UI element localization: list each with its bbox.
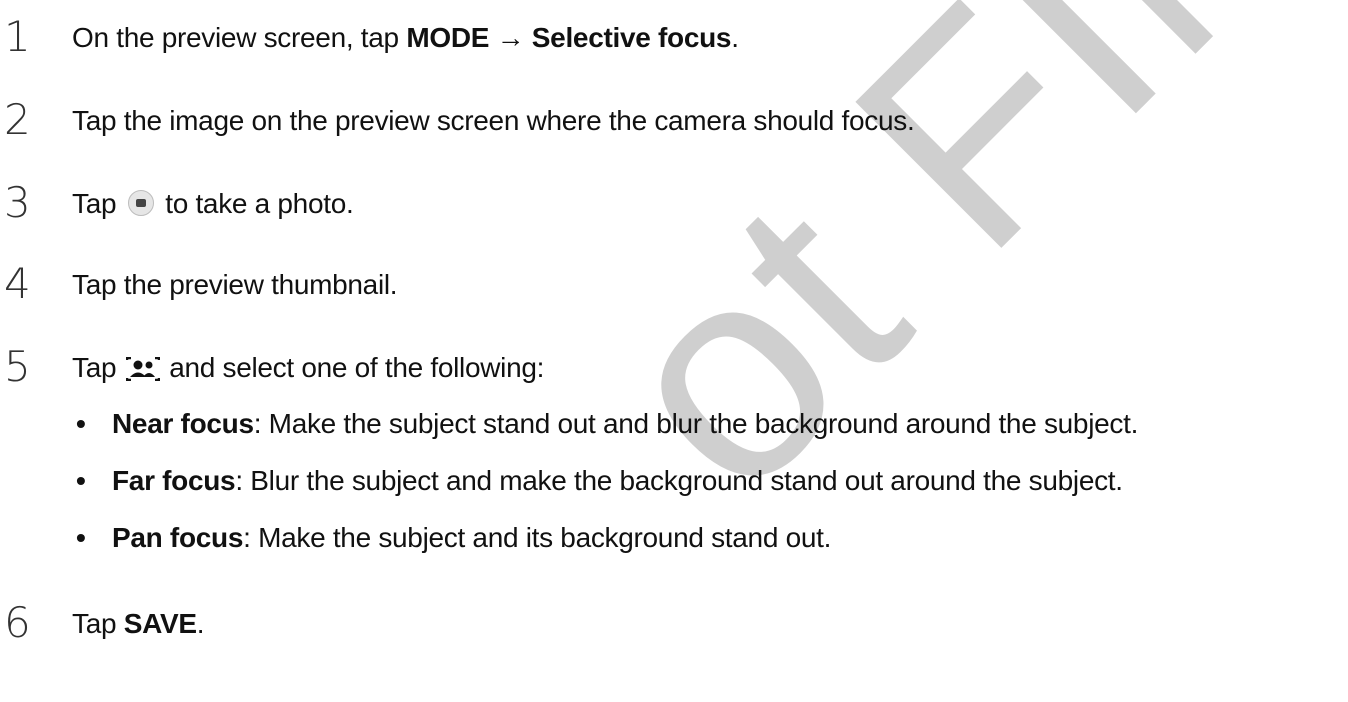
- step-number: 4: [4, 259, 31, 308]
- selective-focus-faces-icon: [125, 356, 160, 386]
- list-item: • Far focus: Blur the subject and make th…: [76, 465, 1123, 496]
- step-number: 3: [4, 178, 31, 227]
- pan-focus-label: Pan focus: [112, 522, 244, 553]
- step-number: 5: [4, 342, 31, 391]
- near-focus-label: Near focus: [112, 408, 254, 439]
- step-text: Tap the image on the preview screen wher…: [72, 105, 915, 136]
- selective-focus-label: Selective focus: [531, 22, 732, 53]
- list-item: • Near focus: Make the subject stand out …: [76, 408, 1139, 439]
- far-focus-label: Far focus: [112, 465, 236, 496]
- mode-label: MODE: [406, 22, 490, 53]
- step-text: Tap SAVE.: [72, 608, 205, 639]
- step-number: 1: [4, 12, 31, 61]
- step-number: 6: [4, 598, 31, 647]
- camera-shutter-icon: [127, 190, 154, 216]
- step-text: Tap and select one of the following:: [72, 354, 544, 386]
- step-text: Tap the preview thumbnail.: [72, 269, 398, 300]
- step-number: 2: [4, 95, 31, 144]
- save-label: SAVE: [123, 608, 197, 639]
- list-item: • Pan focus: Make the subject and its bac…: [76, 522, 832, 553]
- step-text: On the preview screen, tap MODE → Select…: [72, 22, 739, 53]
- step-text: Tap to take a photo.: [72, 188, 354, 219]
- draft-watermark: ot FINAL: [547, 0, 1348, 555]
